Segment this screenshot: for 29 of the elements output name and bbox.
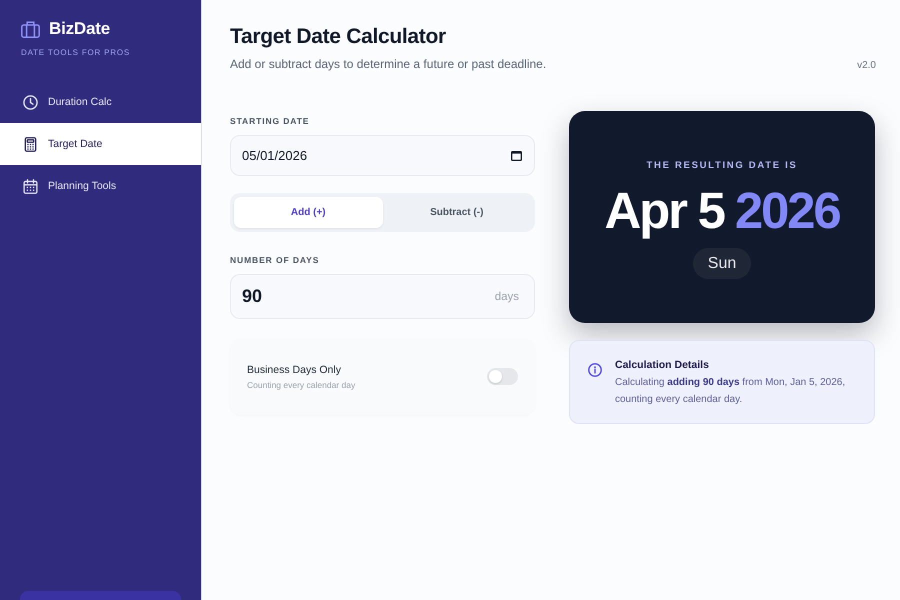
mode-tab[interactable]: Add (+) [234, 197, 382, 228]
calculation-details-title: Calculation Details [615, 359, 709, 371]
calculator-icon [23, 136, 38, 152]
result-date: Apr 5 [604, 184, 724, 236]
business-days-toggle[interactable] [487, 368, 518, 385]
calculation-details-text: Calculating adding 90 days from Mon, Jan 5, 2026, counting every calendar day. [615, 376, 846, 407]
business-days-hint: Counting every calendar day [247, 380, 356, 390]
page-subtitle: Add or subtract days to determine a future or past deadline. [230, 57, 546, 71]
weekday-badge: Sun [692, 248, 752, 278]
briefcase-icon [21, 20, 40, 38]
starting-date-label: STARTING DATE [230, 116, 310, 126]
calendar-icon [23, 178, 38, 194]
page-title: Target Date Calculator [230, 25, 446, 49]
version-label: v2.0 [857, 60, 876, 71]
days-unit-label: days [494, 290, 519, 302]
number-of-days-label: NUMBER OF DAYS [230, 255, 320, 265]
brand-tagline: DATE TOOLS FOR PROS [21, 48, 130, 57]
calendar-icon[interactable] [511, 150, 522, 161]
info-icon [588, 363, 602, 377]
sidebar-nav-item[interactable]: Planning Tools [0, 165, 201, 207]
starting-date-field[interactable]: 05/01/2026 [230, 135, 535, 176]
business-days-label: Business Days Only [247, 364, 341, 376]
mode-tab[interactable]: Subtract (-) [382, 197, 531, 228]
result-year: 2026 [734, 184, 840, 236]
clock-icon [23, 94, 38, 110]
result-caption: THE RESULTING DATE IS [646, 160, 798, 170]
brand-name: BizDate [49, 19, 110, 39]
sidebar-nav-item[interactable]: Duration Calc [0, 81, 201, 123]
sidebar-nav-item[interactable]: Target Date [0, 123, 201, 165]
